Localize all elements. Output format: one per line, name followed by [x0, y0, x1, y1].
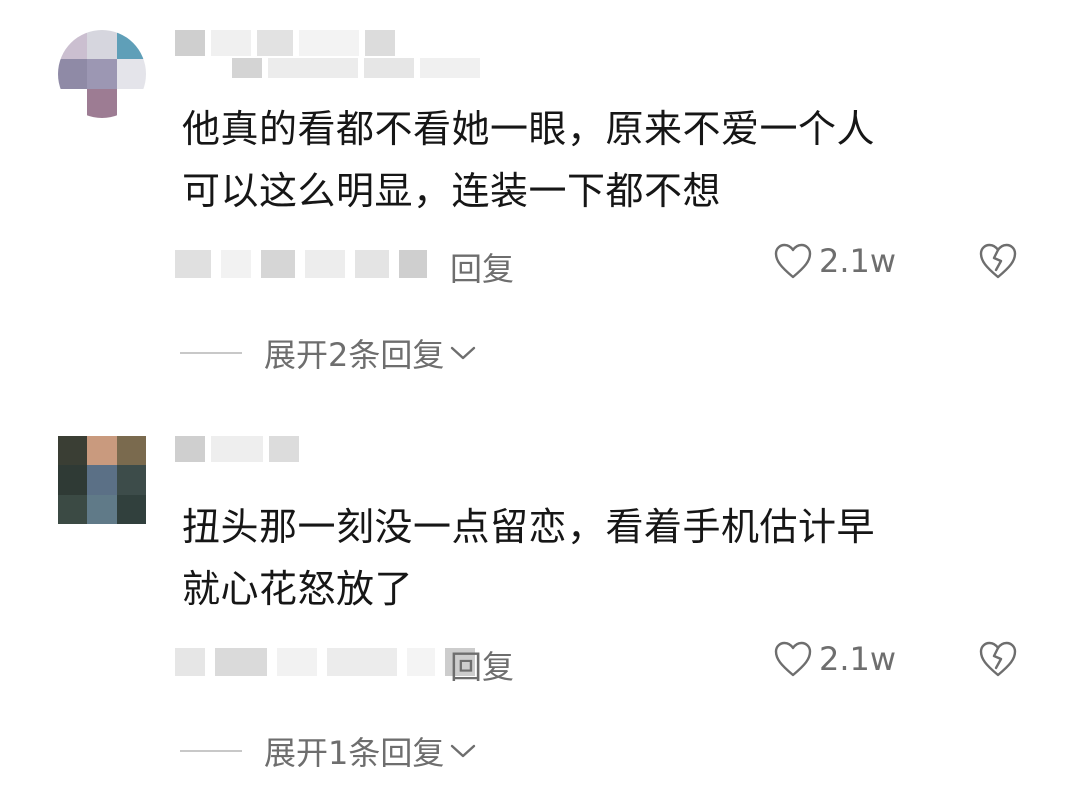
username-blurred[interactable]: [175, 30, 395, 56]
broken-heart-icon: [979, 641, 1017, 677]
expand-replies-label: 展开1条回复: [264, 734, 445, 772]
comment-text-line: 可以这么明显，连装一下都不想: [182, 169, 722, 213]
reply-button[interactable]: 回复: [450, 244, 514, 290]
comment-meta: 回复 2.1w: [175, 240, 1035, 288]
avatar[interactable]: [58, 436, 146, 524]
comment-text-line: 扭头那一刻没一点留恋，看着手机估计早: [182, 505, 876, 549]
username-blurred-2: [232, 58, 480, 78]
divider-line: [180, 750, 242, 752]
comment-text: 他真的看都不看她一眼，原来不爱一个人 可以这么明显，连装一下都不想: [182, 98, 1012, 222]
reply-button[interactable]: 回复: [450, 642, 514, 688]
dislike-button[interactable]: [978, 242, 1018, 284]
chevron-down-icon: [451, 744, 476, 758]
expand-replies-label: 展开2条回复: [264, 336, 445, 374]
heart-outline-icon: [774, 243, 812, 279]
comment-text-line: 他真的看都不看她一眼，原来不爱一个人: [182, 107, 876, 151]
dislike-button[interactable]: [978, 640, 1018, 682]
username-blurred[interactable]: [175, 436, 299, 462]
expand-replies-button[interactable]: 展开2条回复: [180, 330, 478, 376]
like-button[interactable]: 2.1w: [773, 242, 896, 280]
like-count: 2.1w: [819, 242, 897, 280]
timestamp-blurred: [175, 250, 427, 278]
heart-outline-icon: [774, 641, 812, 677]
comment-text: 扭头那一刻没一点留恋，看着手机估计早 就心花怒放了: [182, 496, 1012, 620]
like-button[interactable]: 2.1w: [773, 640, 896, 678]
timestamp-blurred: [175, 648, 475, 676]
avatar[interactable]: [58, 30, 146, 118]
like-count: 2.1w: [819, 640, 897, 678]
comment-meta: 回复 2.1w: [175, 638, 1035, 686]
chevron-down-icon: [451, 346, 476, 360]
broken-heart-icon: [979, 243, 1017, 279]
divider-line: [180, 352, 242, 354]
expand-replies-button[interactable]: 展开1条回复: [180, 728, 478, 774]
comment-text-line: 就心花怒放了: [182, 567, 414, 611]
